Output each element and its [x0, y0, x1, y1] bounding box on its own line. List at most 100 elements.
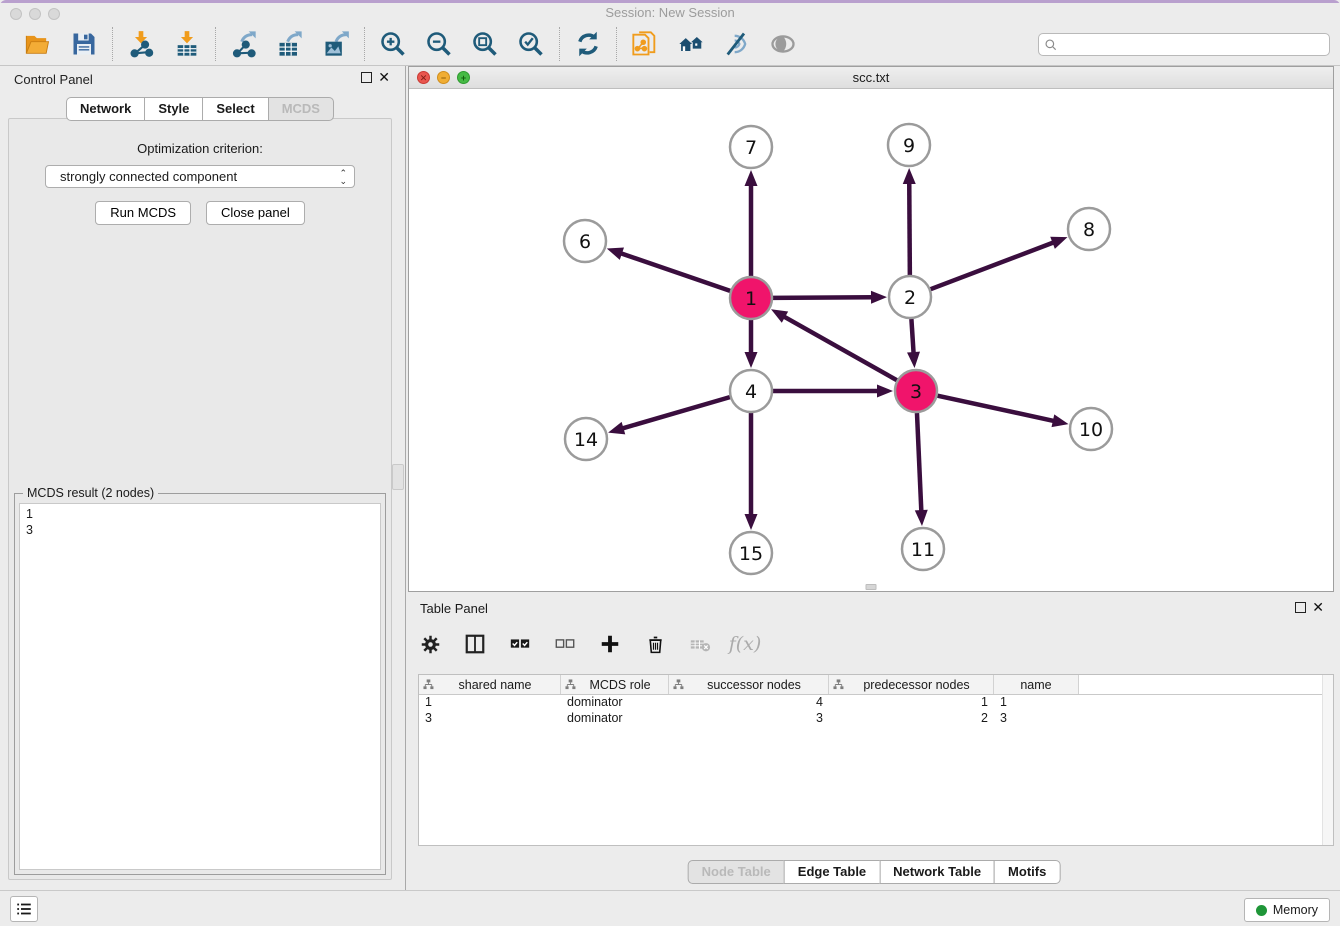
table-toolbar: f(x)	[418, 624, 757, 664]
graph-edge-3-11[interactable]	[917, 413, 921, 512]
graph-node-10[interactable]: 10	[1070, 408, 1112, 450]
tab-network[interactable]: Network	[66, 97, 145, 121]
scrollbar[interactable]	[1322, 675, 1333, 845]
table-cell[interactable]: 3	[419, 711, 561, 727]
column-header-successor-nodes[interactable]: successor nodes	[669, 675, 829, 694]
hide-eye-icon[interactable]	[722, 29, 752, 59]
vertical-splitter[interactable]	[400, 66, 408, 890]
canvas-splitter-grip[interactable]	[866, 584, 877, 590]
graph-node-8[interactable]: 8	[1068, 208, 1110, 250]
network-canvas[interactable]: 7 9 6 8 1 2 4 3 14 10 15 11	[409, 89, 1333, 591]
zoom-in-icon[interactable]	[378, 29, 408, 59]
tab-edge-table[interactable]: Edge Table	[784, 860, 880, 884]
control-panel: Control Panel ✕ NetworkStyleSelectMCDS O…	[0, 66, 400, 890]
tab-select[interactable]: Select	[202, 97, 268, 121]
graph-node-14[interactable]: 14	[565, 418, 607, 460]
table-cell[interactable]: 1	[419, 695, 561, 711]
graph-edge-arrowhead	[745, 352, 758, 368]
float-table-panel-icon[interactable]	[1295, 602, 1306, 613]
tab-node-table[interactable]: Node Table	[688, 860, 785, 884]
close-panel-button[interactable]: Close panel	[206, 201, 305, 225]
export-image-icon[interactable]	[321, 29, 351, 59]
graph-edge-2-8[interactable]	[931, 242, 1055, 289]
split-view-icon[interactable]	[463, 632, 487, 656]
unselect-all-icon[interactable]	[553, 632, 577, 656]
graph-node-2[interactable]: 2	[889, 276, 931, 318]
search-input[interactable]	[1058, 35, 1329, 54]
network-window-titlebar[interactable]: ✕ − + scc.txt	[409, 67, 1333, 89]
splitter-grip[interactable]	[392, 464, 404, 490]
column-header-shared-name[interactable]: shared name	[419, 675, 561, 694]
network-file-icon[interactable]	[630, 29, 660, 59]
svg-text:7: 7	[745, 137, 757, 159]
table-cell[interactable]: 2	[829, 711, 994, 727]
select-all-icon[interactable]	[508, 632, 532, 656]
search-icon	[1044, 38, 1058, 52]
application-window: Session: New Session	[0, 0, 1340, 926]
delete-table-icon[interactable]	[688, 632, 712, 656]
graph-edge-1-6[interactable]	[620, 253, 730, 291]
table-cell[interactable]: dominator	[561, 711, 669, 727]
function-builder-icon[interactable]: f(x)	[733, 632, 757, 656]
graph-edge-1-2[interactable]	[773, 297, 873, 298]
graph-node-15[interactable]: 15	[730, 532, 772, 574]
show-eye-icon[interactable]	[768, 29, 798, 59]
graph-node-4[interactable]: 4	[730, 370, 772, 412]
graph-node-7[interactable]: 7	[730, 126, 772, 168]
column-header-predecessor-nodes[interactable]: predecessor nodes	[829, 675, 994, 694]
table-row[interactable]: 1dominator411	[419, 695, 1333, 711]
table-cell[interactable]: 3	[669, 711, 829, 727]
zoom-fit-icon[interactable]	[470, 29, 500, 59]
add-column-icon[interactable]	[598, 632, 622, 656]
graph-edge-3-10[interactable]	[937, 396, 1054, 421]
open-session-icon[interactable]	[23, 29, 53, 59]
graph-node-9[interactable]: 9	[888, 124, 930, 166]
table-cell[interactable]: 1	[829, 695, 994, 711]
graph-edge-2-9[interactable]	[909, 182, 910, 275]
mcds-result-list[interactable]: 1 3	[19, 503, 381, 870]
column-header-name[interactable]: name	[994, 675, 1079, 694]
graph-edge-arrowhead	[1050, 237, 1067, 249]
export-network-icon[interactable]	[229, 29, 259, 59]
graph-edge-2-3[interactable]	[911, 319, 913, 354]
close-panel-icon[interactable]: ✕	[378, 69, 390, 86]
column-header-MCDS-role[interactable]: MCDS role	[561, 675, 669, 694]
graph-edge-4-14[interactable]	[622, 397, 730, 429]
graph-node-3[interactable]: 3	[895, 370, 937, 412]
table-cell[interactable]: 1	[994, 695, 1079, 711]
table-row[interactable]: 3dominator323	[419, 711, 1333, 727]
tab-style[interactable]: Style	[144, 97, 203, 121]
mcds-result-box: MCDS result (2 nodes) 1 3	[14, 493, 386, 875]
graph-node-11[interactable]: 11	[902, 528, 944, 570]
table-cell[interactable]: 4	[669, 695, 829, 711]
criterion-select[interactable]: strongly connected component ⌃⌄	[45, 165, 355, 188]
run-mcds-button[interactable]: Run MCDS	[95, 201, 191, 225]
tab-network-table[interactable]: Network Table	[879, 860, 995, 884]
delete-column-icon[interactable]	[643, 632, 667, 656]
tab-motifs[interactable]: Motifs	[994, 860, 1060, 884]
table-cell[interactable]: 3	[994, 711, 1079, 727]
refresh-layout-icon[interactable]	[573, 29, 603, 59]
zoom-out-icon[interactable]	[424, 29, 454, 59]
import-network-icon[interactable]	[126, 29, 156, 59]
save-session-icon[interactable]	[69, 29, 99, 59]
float-panel-icon[interactable]	[361, 72, 372, 83]
tab-mcds[interactable]: MCDS	[268, 97, 334, 121]
network-view-window: ✕ − + scc.txt 7 9 6 8 1 2 4 3 14 10 15 11	[408, 66, 1334, 592]
svg-text:2: 2	[904, 287, 916, 309]
svg-text:14: 14	[574, 429, 598, 451]
graph-edge-arrowhead	[903, 168, 916, 184]
task-history-icon[interactable]	[10, 896, 38, 922]
import-table-icon[interactable]	[172, 29, 202, 59]
graph-node-6[interactable]: 6	[564, 220, 606, 262]
close-table-panel-icon[interactable]: ✕	[1312, 599, 1324, 616]
memory-button[interactable]: Memory	[1244, 898, 1330, 922]
home-icon[interactable]	[676, 29, 706, 59]
hierarchy-icon	[565, 679, 576, 690]
graph-edge-3-1[interactable]	[783, 316, 897, 380]
zoom-selected-icon[interactable]	[516, 29, 546, 59]
graph-node-1[interactable]: 1	[730, 277, 772, 319]
export-table-icon[interactable]	[275, 29, 305, 59]
gear-icon[interactable]	[418, 632, 442, 656]
table-cell[interactable]: dominator	[561, 695, 669, 711]
